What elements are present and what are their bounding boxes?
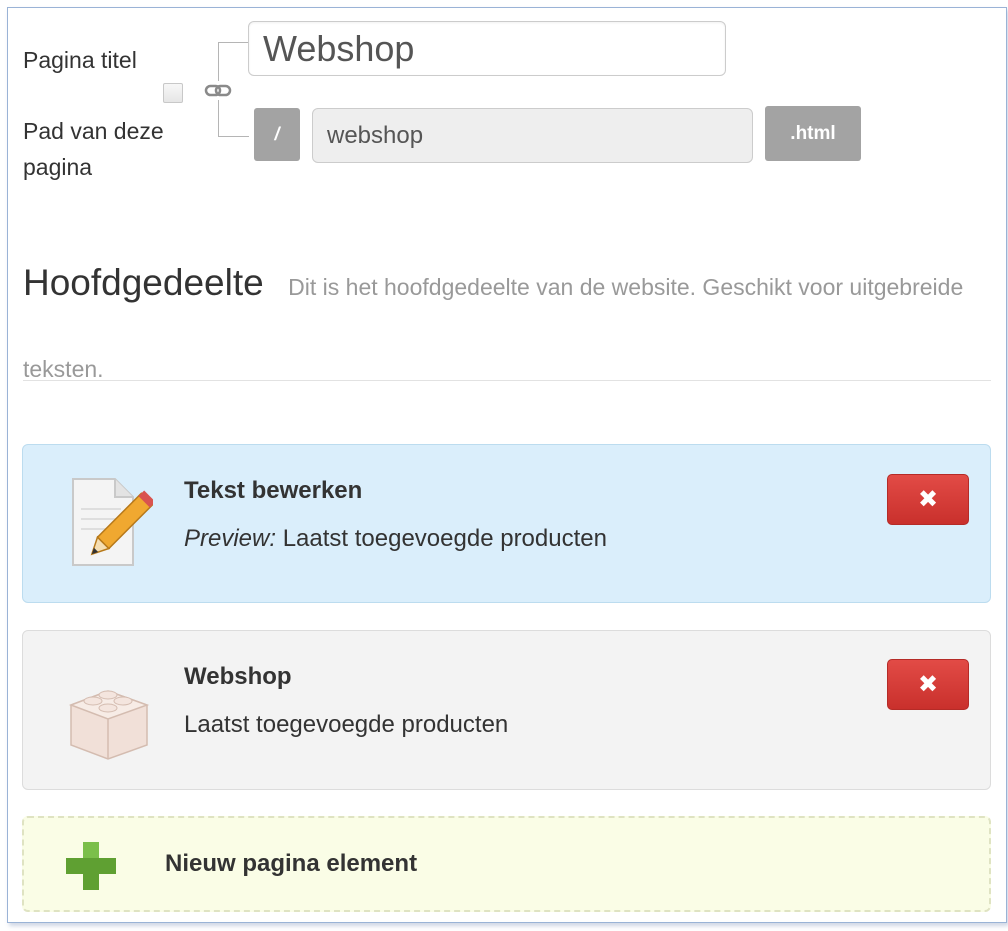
page-element-text[interactable]: Tekst bewerken Preview: Laatst toegevoeg…	[22, 444, 991, 603]
preview-label: Preview:	[184, 525, 277, 552]
section-header: Hoofdgedeelte Dit is het hoofdgedeelte v…	[23, 244, 998, 412]
section-title: Hoofdgedeelte	[23, 262, 264, 303]
element-subtitle: Laatst toegevoegde producten	[184, 711, 509, 738]
page-path-label: Pad van deze pagina	[23, 118, 164, 180]
add-element-label: Nieuw pagina element	[165, 850, 418, 877]
path-suffix-addon: .html	[765, 106, 861, 161]
link-bracket-bottom	[218, 100, 249, 137]
element-title: Tekst bewerken	[184, 477, 363, 504]
plus-icon	[66, 842, 116, 890]
chain-link-icon	[204, 84, 232, 97]
path-prefix-addon: /	[254, 108, 300, 161]
edit-document-icon	[72, 478, 153, 566]
link-title-path-checkbox[interactable]	[163, 83, 183, 103]
close-icon: ✖	[917, 485, 939, 513]
page-title-input[interactable]	[248, 21, 726, 76]
section-divider	[23, 380, 991, 381]
element-preview: Preview: Laatst toegevoegde producten	[184, 525, 607, 553]
page-title-label: Pagina titel	[23, 47, 137, 73]
add-page-element-button[interactable]: Nieuw pagina element	[22, 816, 991, 912]
lego-brick-icon	[68, 690, 150, 760]
link-bracket-top	[218, 42, 249, 81]
delete-element-button[interactable]: ✖	[887, 474, 969, 525]
page-element-webshop[interactable]: Webshop Laatst toegevoegde producten ✖	[22, 630, 991, 790]
close-icon: ✖	[917, 670, 939, 698]
preview-text: Laatst toegevoegde producten	[282, 525, 607, 552]
page-path-input[interactable]	[312, 108, 753, 163]
element-title: Webshop	[184, 663, 292, 690]
delete-element-button[interactable]: ✖	[887, 659, 969, 710]
